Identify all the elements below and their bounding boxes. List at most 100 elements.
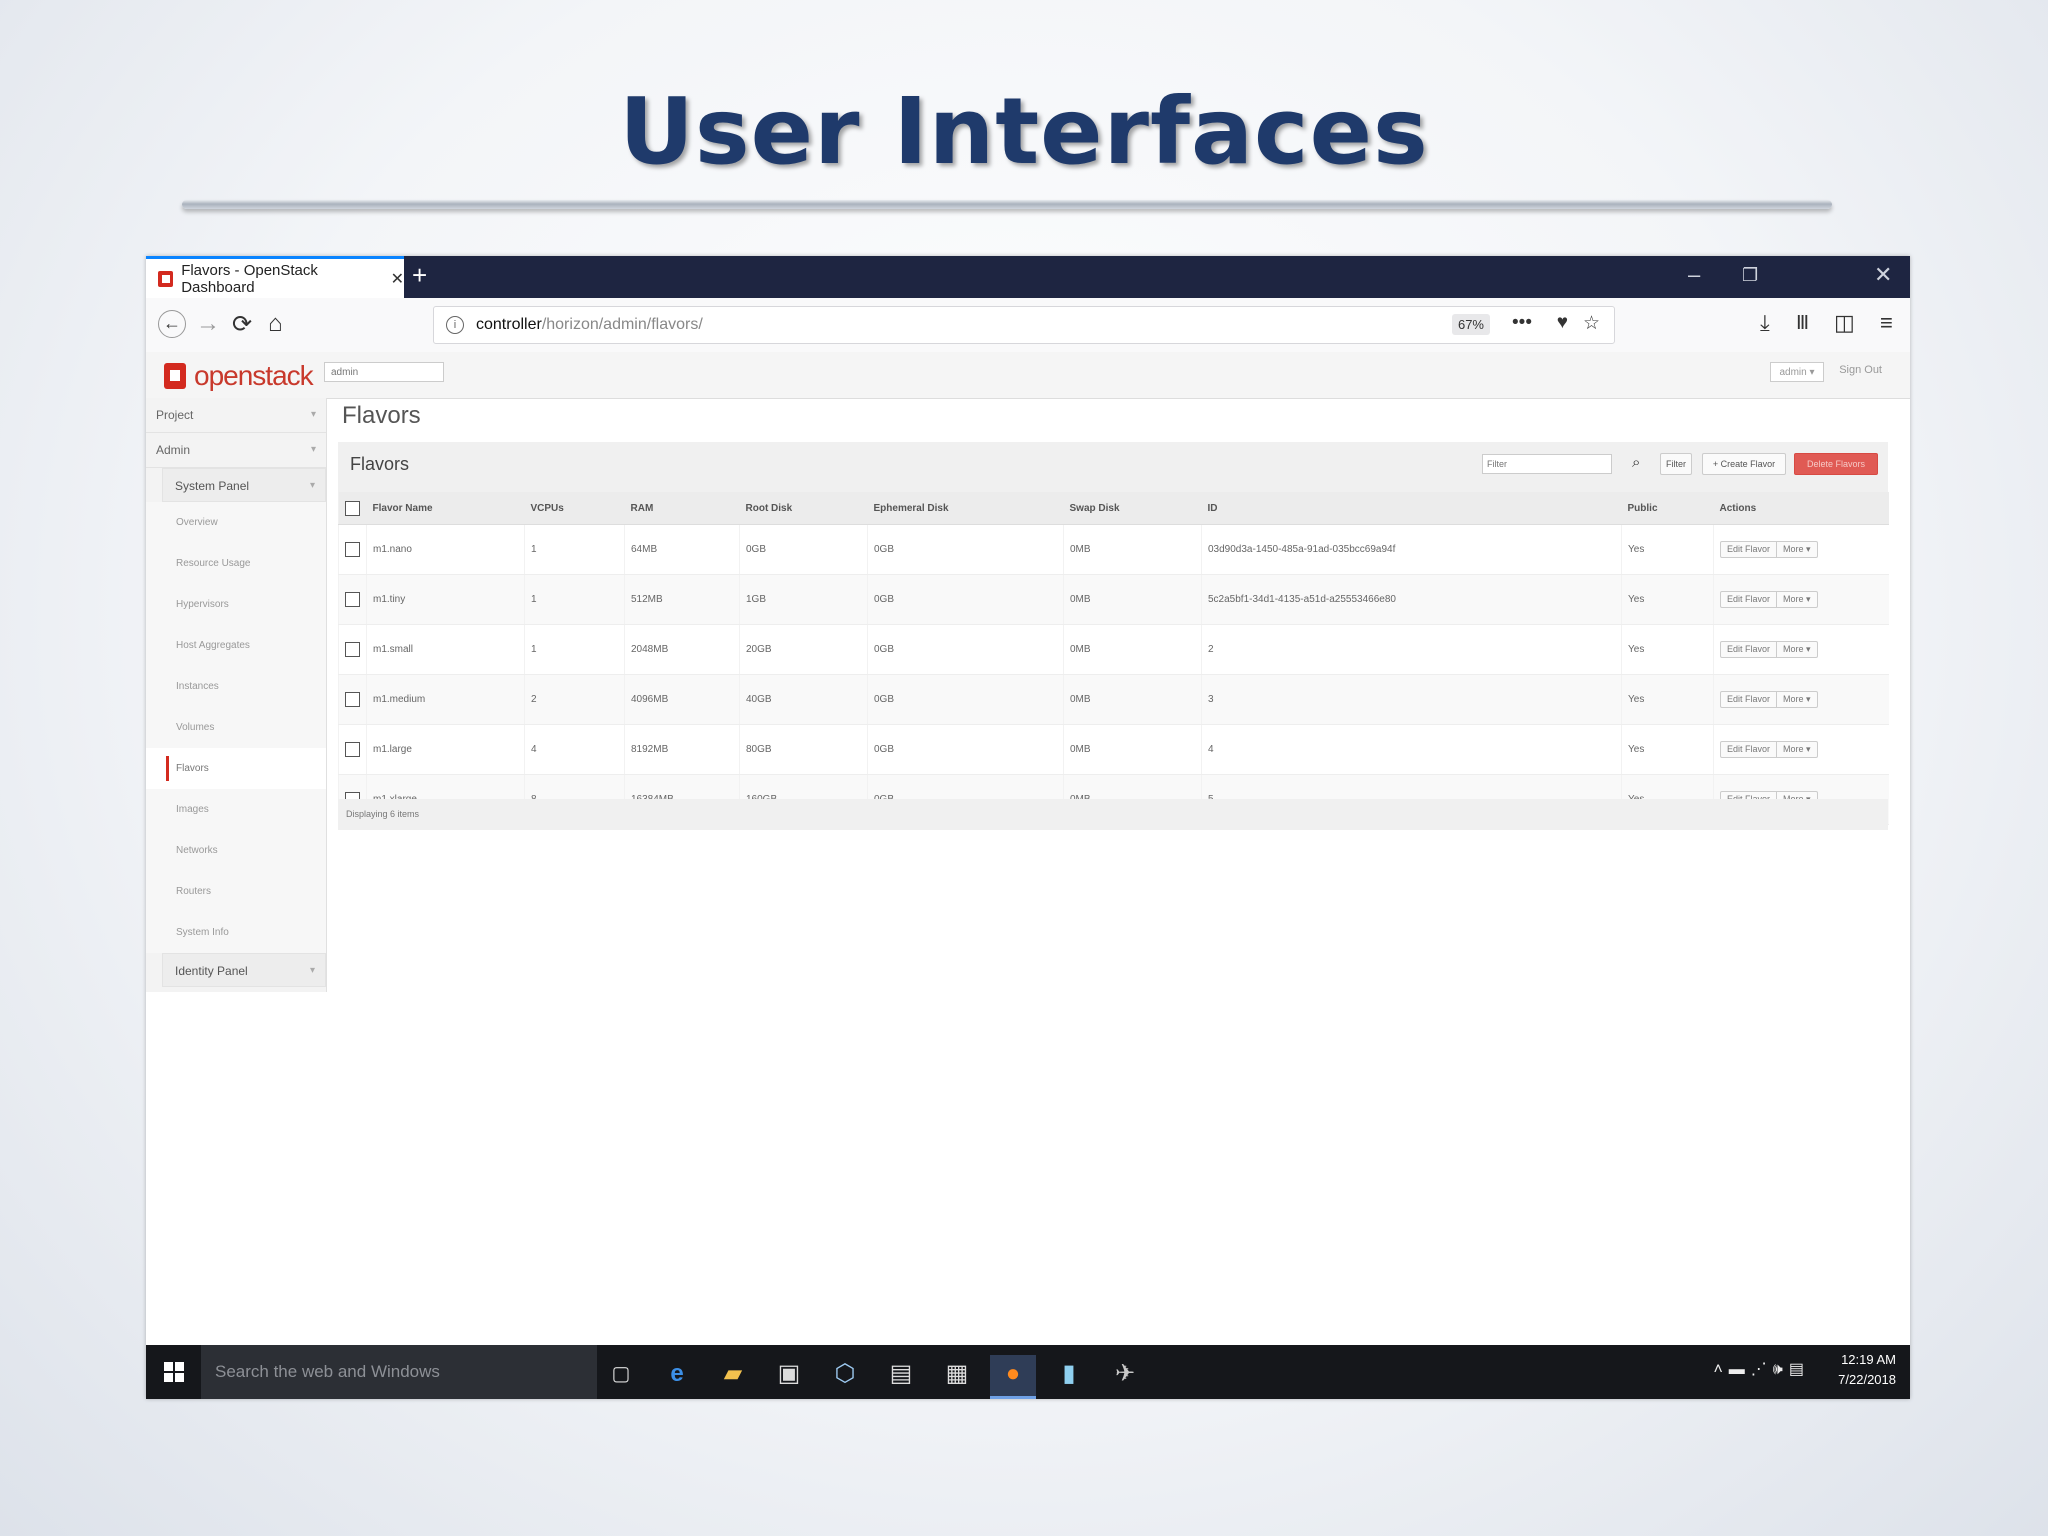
- edit-flavor-button[interactable]: Edit Flavor: [1721, 542, 1776, 557]
- home-icon[interactable]: ⌂: [268, 310, 283, 338]
- cell-flavor-name[interactable]: m1.tiny: [366, 574, 525, 625]
- create-flavor-button[interactable]: + Create Flavor: [1702, 453, 1786, 475]
- edit-flavor-button[interactable]: Edit Flavor: [1721, 742, 1776, 757]
- terminal-icon[interactable]: ▦: [934, 1355, 980, 1395]
- column-header-root-disk[interactable]: Root Disk: [739, 492, 868, 525]
- app-icon[interactable]: ▮: [1046, 1355, 1092, 1395]
- taskbar-clock[interactable]: 12:19 AM 7/22/2018: [1838, 1350, 1896, 1390]
- row-checkbox[interactable]: [345, 692, 360, 707]
- store-icon[interactable]: ▣: [766, 1355, 812, 1395]
- wifi-icon[interactable]: ⋰: [1751, 1361, 1773, 1378]
- virtualbox-icon[interactable]: ⬡: [822, 1355, 868, 1395]
- column-header-flavor-name[interactable]: Flavor Name: [366, 492, 525, 525]
- back-arrow-icon[interactable]: ←: [158, 310, 186, 338]
- task-view-icon[interactable]: ▢: [598, 1355, 644, 1395]
- openstack-logo[interactable]: openstack: [164, 360, 314, 392]
- bookmark-star-icon[interactable]: ☆: [1583, 312, 1600, 335]
- page-actions-icon[interactable]: •••: [1512, 312, 1532, 334]
- sign-out-link[interactable]: Sign Out: [1839, 364, 1882, 376]
- search-icon[interactable]: ⌕: [1632, 454, 1640, 471]
- downloads-icon[interactable]: ⤓: [1760, 310, 1770, 336]
- sidebar-item-volumes[interactable]: Volumes: [146, 707, 326, 748]
- reload-icon[interactable]: ⟳: [232, 310, 252, 339]
- chevron-up-icon[interactable]: ˄: [1713, 1361, 1728, 1378]
- edge-browser-icon[interactable]: e: [654, 1355, 700, 1395]
- minimize-icon[interactable]: –: [1688, 262, 1700, 288]
- volume-icon[interactable]: 🕪: [1773, 1361, 1789, 1378]
- library-icon[interactable]: Ⅲ: [1796, 312, 1809, 335]
- file-explorer-icon[interactable]: ▰: [710, 1355, 756, 1395]
- more-actions-button[interactable]: More ▾: [1776, 742, 1817, 757]
- sidebar-item-flavors[interactable]: Flavors: [146, 748, 326, 789]
- satellite-app-icon[interactable]: ✈: [1102, 1355, 1148, 1395]
- more-actions-button[interactable]: More ▾: [1776, 692, 1817, 707]
- cell-flavor-name[interactable]: m1.nano: [366, 524, 525, 575]
- sidebar-item-hypervisors[interactable]: Hypervisors: [146, 584, 326, 625]
- forward-arrow-icon[interactable]: →: [196, 310, 220, 338]
- browser-tab-bar: Flavors - OpenStack Dashboard ✕ + – ❐ ✕: [146, 256, 1910, 298]
- edit-flavor-button[interactable]: Edit Flavor: [1721, 592, 1776, 607]
- filter-button[interactable]: Filter: [1660, 453, 1692, 475]
- edit-flavor-button[interactable]: Edit Flavor: [1721, 642, 1776, 657]
- restore-icon[interactable]: ❐: [1742, 265, 1758, 286]
- tab-close-icon[interactable]: ✕: [391, 269, 404, 289]
- pocket-icon[interactable]: ♥: [1557, 312, 1568, 334]
- project-select[interactable]: admin: [324, 362, 444, 382]
- row-checkbox[interactable]: [345, 642, 360, 657]
- zoom-level-badge[interactable]: 67%: [1451, 314, 1490, 335]
- edit-flavor-button[interactable]: Edit Flavor: [1721, 692, 1776, 707]
- column-header-public[interactable]: Public: [1621, 492, 1714, 525]
- sidebar-item-overview[interactable]: Overview: [146, 502, 326, 543]
- row-checkbox[interactable]: [345, 742, 360, 757]
- title-divider: [182, 200, 1832, 209]
- cell-swap-disk: 0MB: [1063, 624, 1202, 675]
- sidebar-item-routers[interactable]: Routers: [146, 871, 326, 912]
- sidebar-item-project[interactable]: Project ▾: [146, 398, 326, 433]
- more-actions-button[interactable]: More ▾: [1776, 642, 1817, 657]
- sidebar-item-label: Admin: [156, 443, 191, 457]
- sidebar-item-admin[interactable]: Admin ▾: [146, 433, 326, 468]
- cell-flavor-name[interactable]: m1.medium: [366, 674, 525, 725]
- taskbar-search-box[interactable]: Search the web and Windows: [201, 1345, 597, 1399]
- column-header-ephemeral-disk[interactable]: Ephemeral Disk: [867, 492, 1064, 525]
- cell-id: 4: [1201, 724, 1622, 775]
- sidebar-item-instances[interactable]: Instances: [146, 666, 326, 707]
- battery-icon[interactable]: ▬: [1729, 1361, 1751, 1378]
- cell-flavor-name[interactable]: m1.small: [366, 624, 525, 675]
- site-info-icon[interactable]: i: [446, 316, 464, 334]
- sidebar-item-system-info[interactable]: System Info: [146, 912, 326, 953]
- cell-vcpus: 4: [524, 724, 625, 775]
- delete-flavors-button[interactable]: Delete Flavors: [1794, 453, 1878, 475]
- row-checkbox[interactable]: [345, 542, 360, 557]
- filter-input[interactable]: [1482, 454, 1612, 474]
- cell-flavor-name[interactable]: m1.large: [366, 724, 525, 775]
- more-actions-button[interactable]: More ▾: [1776, 542, 1817, 557]
- sidebar-item-networks[interactable]: Networks: [146, 830, 326, 871]
- menu-icon[interactable]: ≡: [1880, 310, 1893, 336]
- notifications-icon[interactable]: ▤: [1789, 1361, 1810, 1378]
- new-tab-button[interactable]: +: [412, 260, 427, 291]
- sidebar-item-resource-usage[interactable]: Resource Usage: [146, 543, 326, 584]
- column-header-vcpus[interactable]: VCPUs: [524, 492, 625, 525]
- firefox-icon[interactable]: ●: [990, 1355, 1036, 1399]
- system-tray[interactable]: ˄▬⋰🕪▤: [1713, 1359, 1810, 1379]
- column-header-ram[interactable]: RAM: [624, 492, 740, 525]
- column-header-swap-disk[interactable]: Swap Disk: [1063, 492, 1202, 525]
- sidebar-system-panel[interactable]: System Panel ▾: [162, 468, 326, 502]
- close-window-icon[interactable]: ✕: [1874, 262, 1892, 288]
- row-actions: Edit FlavorMore ▾: [1720, 691, 1818, 708]
- row-checkbox[interactable]: [345, 592, 360, 607]
- user-menu[interactable]: admin ▾: [1770, 362, 1824, 382]
- sidebar-item-images[interactable]: Images: [146, 789, 326, 830]
- select-all-checkbox[interactable]: [344, 500, 360, 516]
- cell-ram: 4096MB: [624, 674, 740, 725]
- more-actions-button[interactable]: More ▾: [1776, 592, 1817, 607]
- browser-tab[interactable]: Flavors - OpenStack Dashboard ✕: [146, 256, 404, 298]
- window-app-icon[interactable]: ▤: [878, 1355, 924, 1395]
- sidebar-identity-panel[interactable]: Identity Panel ▾: [162, 953, 326, 987]
- address-bar[interactable]: i controller/horizon/admin/flavors/ 67% …: [433, 306, 1615, 344]
- windows-start-icon[interactable]: [164, 1362, 184, 1382]
- column-header-id[interactable]: ID: [1201, 492, 1622, 525]
- sidebar-toggle-icon[interactable]: ◫: [1834, 310, 1855, 336]
- sidebar-item-host-aggregates[interactable]: Host Aggregates: [146, 625, 326, 666]
